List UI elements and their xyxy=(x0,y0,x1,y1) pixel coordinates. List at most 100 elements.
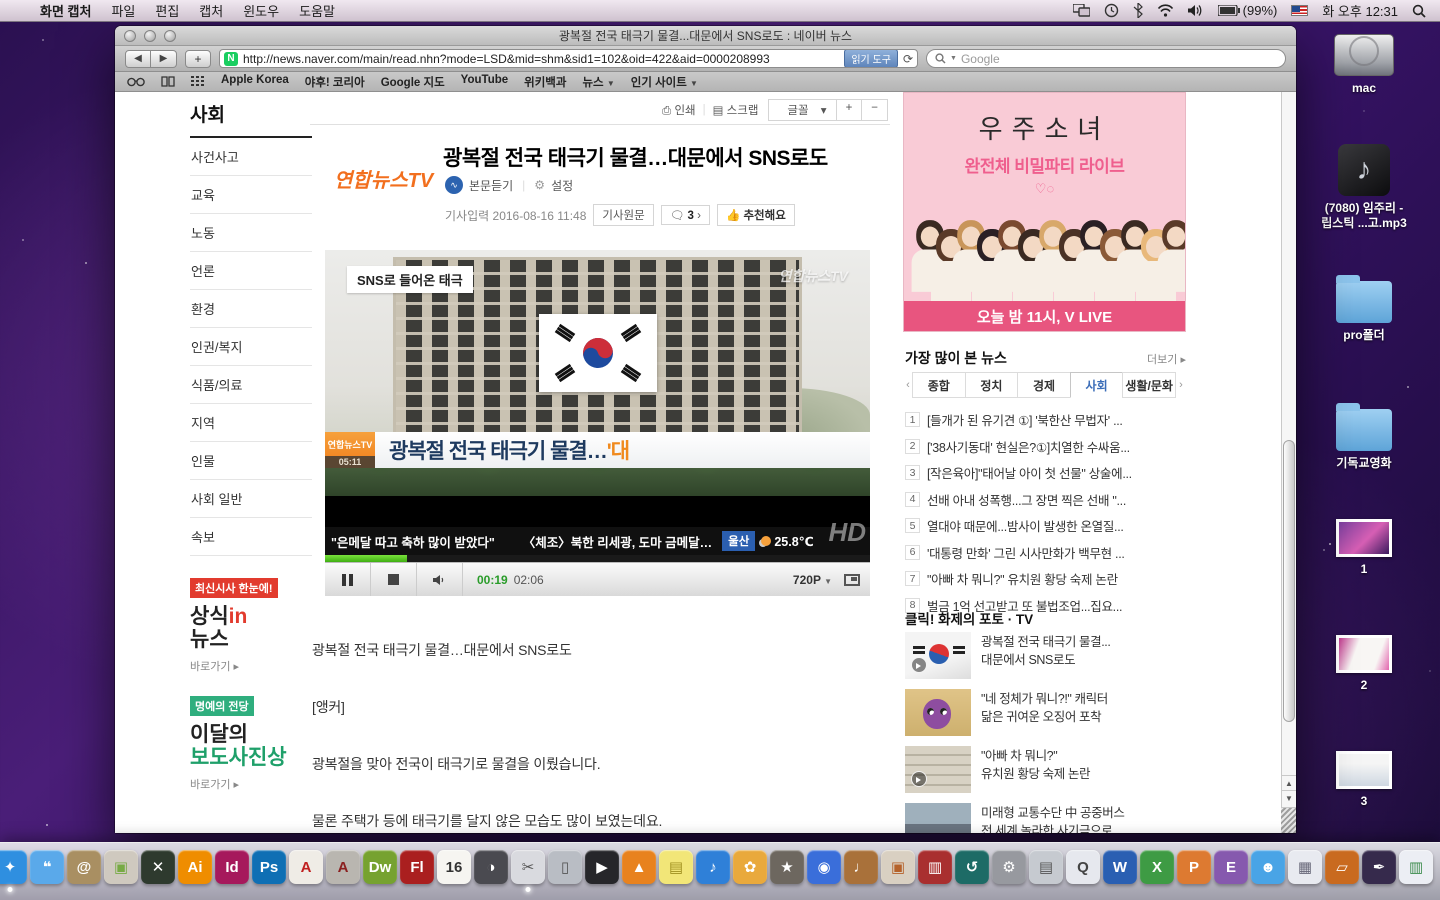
battery-indicator[interactable]: (99%) xyxy=(1218,3,1278,18)
bookmarks-book-icon[interactable] xyxy=(161,76,175,87)
screen-sharing-icon[interactable] xyxy=(1073,4,1090,17)
dock-vlc[interactable]: ▲ xyxy=(622,850,656,884)
bookmark-Google 지도[interactable]: Google 지도 xyxy=(381,74,445,90)
dock-ink-app[interactable]: ✒ xyxy=(1362,850,1396,884)
back-button[interactable]: ◀ xyxy=(125,50,151,68)
sidebar-item[interactable]: 사건사고 xyxy=(190,138,312,176)
spotlight-icon[interactable] xyxy=(1412,4,1426,18)
quality-selector[interactable]: 720P ▼ xyxy=(793,573,832,587)
recommend-button[interactable]: 👍 추천해요 xyxy=(717,204,795,226)
bookmark-야후! 코리아[interactable]: 야후! 코리아 xyxy=(305,74,365,90)
news-list-item[interactable]: 5열대야 때문에...밤사이 발생한 온열질... xyxy=(905,516,1186,535)
wifi-icon[interactable] xyxy=(1157,4,1174,17)
bookmark-인기 사이트[interactable]: 인기 사이트 ▼ xyxy=(631,74,698,90)
dock-idvd[interactable]: ◉ xyxy=(807,850,841,884)
tab-경제[interactable]: 경제 xyxy=(1017,372,1071,398)
url-field[interactable]: N http://news.naver.com/main/read.nhn?mo… xyxy=(219,49,918,68)
search-dropdown-arrow[interactable]: ▼ xyxy=(950,55,957,62)
dock-ichat[interactable]: ❝ xyxy=(30,850,64,884)
dock-safari[interactable]: ✦ xyxy=(0,850,27,884)
bookmark-위키백과[interactable]: 위키백과 xyxy=(524,74,566,90)
photo-tv-item[interactable]: 광복절 전국 태극기 물결...대문에서 SNS로도 xyxy=(905,632,1186,679)
news-list-item[interactable]: 4선배 아내 성폭행...그 장면 찍은 선배 "... xyxy=(905,490,1186,509)
desktop-icon-hard-drive[interactable]: mac xyxy=(1334,34,1394,96)
title-bar[interactable]: 광복절 전국 태극기 물결...대문에서 SNS로도 : 네이버 뉴스 xyxy=(115,26,1296,46)
taegeuk-flag-video-thumbnail[interactable] xyxy=(905,632,971,679)
desktop-icon-mp3[interactable]: ♪ (7080) 임주리 -립스틱 ...고.mp3 xyxy=(1321,144,1407,231)
volume-button[interactable] xyxy=(417,563,463,596)
photo-tv-item[interactable]: 미래형 교통수단 中 공중버스전 세계 놀라한 사기극으로 xyxy=(905,803,1186,833)
vertical-scrollbar[interactable]: ▲ ▼ xyxy=(1281,92,1296,833)
photo-tv-item[interactable]: "아빠 차 뭐니?"유치원 황당 숙제 논란 xyxy=(905,746,1186,793)
dock-imovie[interactable]: ★ xyxy=(770,850,804,884)
menu-편집[interactable]: 편집 xyxy=(145,1,189,20)
news-list-item[interactable]: 6'대통령 만화' 그린 시사만화가 백무현 ... xyxy=(905,543,1186,562)
input-language-us-flag-icon[interactable] xyxy=(1291,5,1308,16)
pause-button[interactable] xyxy=(325,563,371,596)
sidebar-item[interactable]: 언론 xyxy=(190,252,312,290)
dock-grab[interactable]: ✂ xyxy=(511,850,545,884)
menu-도움말[interactable]: 도움말 xyxy=(289,1,345,20)
wjsn-ad-banner[interactable]: 우주소녀 완전체 비밀파티 라이브 ♡◌ 오늘 밤 11시, V LIVE xyxy=(903,92,1186,332)
sidebar-item[interactable]: 식품/의료 xyxy=(190,366,312,404)
tab-정치[interactable]: 정치 xyxy=(965,372,1019,398)
dock-photoshop[interactable]: Ps xyxy=(252,850,286,884)
print-button[interactable]: ⎙ 인쇄 xyxy=(662,102,696,118)
listen-button[interactable]: 본문듣기 xyxy=(469,177,513,194)
homework-video-thumbnail[interactable] xyxy=(905,746,971,793)
dock-ipod-updater[interactable]: ▯ xyxy=(548,850,582,884)
dock-system-preferences[interactable]: ⚙ xyxy=(992,850,1026,884)
tab-종합[interactable]: 종합 xyxy=(912,372,966,398)
dock-itunes[interactable]: ♪ xyxy=(696,850,730,884)
time-machine-icon[interactable] xyxy=(1104,3,1119,18)
promo-photo-award[interactable]: 명예의 전당 이달의보도사진상 바로가기 ▸ xyxy=(190,696,312,792)
sidebar-item[interactable]: 노동 xyxy=(190,214,312,252)
dock-video-player[interactable]: ▶ xyxy=(585,850,619,884)
promo-link[interactable]: 바로가기 ▸ xyxy=(190,658,312,674)
menu-파일[interactable]: 파일 xyxy=(101,1,145,20)
comment-count-button[interactable]: 🗨 3 › xyxy=(661,205,710,225)
font-size-button[interactable]: 글꼴 ▾ xyxy=(769,100,835,120)
scroll-down-arrow[interactable]: ▼ xyxy=(1282,790,1296,805)
resize-grip[interactable] xyxy=(1281,807,1296,833)
tabs-next-arrow[interactable]: › xyxy=(1176,379,1186,391)
fullscreen-icon[interactable] xyxy=(844,574,860,586)
dock-xee[interactable]: ✕ xyxy=(141,850,175,884)
desktop-icon-screenshot-1[interactable]: 1 xyxy=(1336,519,1392,577)
news-list-item[interactable]: 1[들개가 된 유기견 ①] '북한산 무법자' ... xyxy=(905,410,1186,429)
purple-squid-thumbnail[interactable] xyxy=(905,689,971,736)
promo-link[interactable]: 바로가기 ▸ xyxy=(190,776,312,792)
dock-flash[interactable]: Fl xyxy=(400,850,434,884)
dock-stickies[interactable]: ▤ xyxy=(659,850,693,884)
sidebar-item[interactable]: 지역 xyxy=(190,404,312,442)
dock-print-center[interactable]: ▤ xyxy=(1029,850,1063,884)
street-bus-thumbnail[interactable] xyxy=(905,803,971,833)
desktop-icon-screenshot-2[interactable]: 2 xyxy=(1336,635,1392,693)
top-sites-grid-icon[interactable] xyxy=(191,76,205,87)
sidebar-item[interactable]: 환경 xyxy=(190,290,312,328)
dock-projector-app[interactable]: ▱ xyxy=(1325,850,1359,884)
dock-quicktime[interactable]: Q xyxy=(1066,850,1100,884)
url-text[interactable]: http://news.naver.com/main/read.nhn?mode… xyxy=(243,52,839,66)
desktop-icon-screenshot-3[interactable]: 3 xyxy=(1336,751,1392,809)
bookmark-Apple Korea[interactable]: Apple Korea xyxy=(221,74,289,90)
menu-app[interactable]: 화면 캡처 xyxy=(30,1,101,20)
sidebar-item[interactable]: 교육 xyxy=(190,176,312,214)
photo-tv-item[interactable]: "네 정체가 뭐니?!" 캐릭터닮은 귀여운 오징어 포착 xyxy=(905,689,1186,736)
video-progress-bar[interactable] xyxy=(325,555,870,562)
dock-messenger[interactable]: ☻ xyxy=(1251,850,1285,884)
volume-icon[interactable] xyxy=(1188,4,1204,17)
tab-사회[interactable]: 사회 xyxy=(1070,372,1124,398)
dock-chart-app[interactable]: ▥ xyxy=(1399,850,1433,884)
original-article-button[interactable]: 기사원문 xyxy=(593,204,653,226)
search-field[interactable]: ▼ Google xyxy=(926,49,1286,68)
scrollbar-thumb[interactable] xyxy=(1283,440,1295,722)
dock-indesign[interactable]: Id xyxy=(215,850,249,884)
tab-생활/문화[interactable]: 생활/문화 xyxy=(1122,372,1176,398)
dock-dreamweaver[interactable]: Dw xyxy=(363,850,397,884)
dock-acrobat-pro[interactable]: A xyxy=(326,850,360,884)
stop-button[interactable] xyxy=(371,563,417,596)
desktop-icon-folder[interactable]: pro폴더 xyxy=(1336,273,1392,343)
menu-clock[interactable]: 화 오후 12:31 xyxy=(1322,1,1398,20)
press-logo[interactable]: 연합뉴스TV xyxy=(334,164,433,193)
